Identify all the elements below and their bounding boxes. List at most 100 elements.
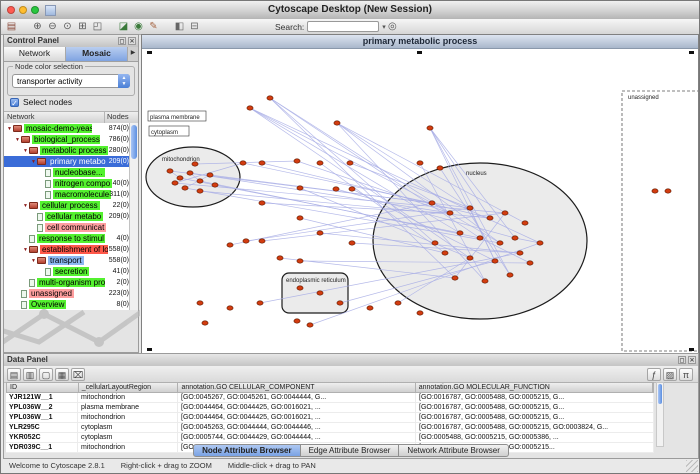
network-node[interactable] [227,243,233,247]
network-node[interactable] [267,96,273,100]
tree-item-macromolecule[interactable]: macromolecule311(0) [4,189,131,200]
node-color-dropdown[interactable]: transporter activity ▲▼ [12,74,130,88]
tree-item-biological-process[interactable]: ▼biological_process786(0) [4,134,131,145]
network-node[interactable] [527,261,533,265]
network-node[interactable] [297,186,303,190]
network-node[interactable] [349,241,355,245]
enhanced-search-icon[interactable]: ◎ [386,21,399,33]
expander-icon[interactable]: ▼ [30,258,37,264]
table-row[interactable]: YPL036W__2plasma membrane[GO:0044464, GO… [6,403,654,413]
network-node[interactable] [437,166,443,170]
network-node[interactable] [277,256,283,260]
table-row[interactable]: YPL036W__1mitochondrion[GO:0044464, GO:0… [6,413,654,423]
network-node[interactable] [177,176,183,180]
network-node[interactable] [347,161,353,165]
expander-icon[interactable]: ▼ [6,126,13,132]
network-node[interactable] [197,189,203,193]
network-node[interactable] [182,186,188,190]
network-node[interactable] [665,189,671,193]
close-window-button[interactable] [7,6,15,14]
network-node[interactable] [317,161,323,165]
network-node[interactable] [297,259,303,263]
network-node[interactable] [187,171,193,175]
tab-overflow-icon[interactable]: ▶ [128,47,138,61]
tab-node-attribute-browser[interactable]: Node Attribute Browser [193,444,301,457]
float-panel-icon[interactable]: ◻ [118,37,126,45]
expander-icon[interactable]: ▼ [22,203,29,209]
network-node[interactable] [522,221,528,225]
table-row[interactable]: YKR052Ccytoplasm[GO:0005744, GO:0044429,… [6,433,654,443]
network-node[interactable] [247,106,253,110]
network-node[interactable] [497,241,503,245]
expander-icon[interactable]: ▼ [14,137,21,143]
tree-scrollbar[interactable] [129,123,138,310]
network-node[interactable] [294,319,300,323]
table-row[interactable]: YLR295Ccytoplasm[GO:0045263, GO:0044444,… [6,423,654,433]
expander-icon[interactable]: ▼ [30,159,37,165]
table-row[interactable]: YJR121W__1mitochondrion[GO:0045267, GO:0… [6,393,654,403]
select-nodes-checkbox[interactable]: ✓ [10,98,19,107]
float-panel-icon[interactable]: ◻ [678,356,686,364]
network-node[interactable] [477,236,483,240]
expander-icon[interactable]: ▼ [22,148,29,154]
import-attributes-icon[interactable]: ▨ [663,368,677,381]
tree-item-establishment-of-lo[interactable]: ▼establishment of lo558(0) [4,244,131,255]
zoom-selected-icon[interactable]: ⊙ [61,21,74,33]
tree-scrollbar-thumb[interactable] [131,125,137,159]
network-node[interactable] [197,301,203,305]
network-node[interactable] [333,187,339,191]
network-node[interactable] [512,236,518,240]
tree-item-nucleobase[interactable]: nucleobase... [4,167,131,178]
network-node[interactable] [317,231,323,235]
tree-item-unassigned[interactable]: unassigned223(0) [4,288,131,299]
save-session-icon[interactable]: ▤ [5,21,18,33]
resize-grip-icon[interactable] [686,460,698,472]
network-canvas[interactable]: plasma membranecytoplasmmitochondrionnuc… [142,49,698,353]
tree-item-cell-communicat[interactable]: cell communicat [4,222,131,233]
network-node[interactable] [482,279,488,283]
network-node[interactable] [259,201,265,205]
column-header-annotation-go-cellular-component[interactable]: annotation.GO CELLULAR_COMPONENT [178,383,415,392]
network-node[interactable] [212,183,218,187]
tree-item-multi-organism-pro[interactable]: multi-organism pro2(0) [4,277,131,288]
annotation-icon[interactable]: ✎ [147,21,160,33]
layout-icon[interactable]: ⊟ [188,21,201,33]
network-node[interactable] [429,201,435,205]
network-node[interactable] [367,306,373,310]
network-node[interactable] [507,273,513,277]
tab-edge-attribute-browser[interactable]: Edge Attribute Browser [301,444,400,457]
network-node[interactable] [297,286,303,290]
create-network-icon[interactable]: ◉ [132,21,145,33]
marquee-zoom-icon[interactable]: ◰ [91,21,104,33]
zoom-out-icon[interactable]: ⊖ [46,21,59,33]
network-node[interactable] [257,301,263,305]
close-panel-icon[interactable]: ✕ [128,37,136,45]
tab-mosaic[interactable]: Mosaic [66,47,128,61]
column-header-annotation-go-molecular-function[interactable]: annotation.GO MOLECULAR_FUNCTION [416,383,653,392]
expander-icon[interactable]: ▼ [22,247,29,253]
hide-selected-icon[interactable]: ◪ [117,21,130,33]
search-input[interactable] [307,21,379,32]
network-node[interactable] [427,126,433,130]
network-node[interactable] [243,239,249,243]
select-attributes-icon[interactable]: ▤ [7,368,21,381]
network-node[interactable] [207,173,213,177]
tab-network-attribute-browser[interactable]: Network Attribute Browser [399,444,508,457]
zoom-window-button[interactable] [31,6,39,14]
vizmapper-icon[interactable]: ◧ [173,21,186,33]
network-node[interactable] [307,323,313,327]
column-layout-icon[interactable]: ▦ [55,368,69,381]
network-node[interactable] [537,241,543,245]
network-node[interactable] [240,161,246,165]
network-node[interactable] [227,306,233,310]
network-node[interactable] [259,239,265,243]
tree-item-secretion[interactable]: secretion41(0) [4,266,131,277]
network-node[interactable] [334,121,340,125]
table-scrollbar[interactable] [656,382,664,447]
network-node[interactable] [447,211,453,215]
zoom-in-icon[interactable]: ⊕ [31,21,44,33]
equation-builder-icon[interactable]: ƒ [647,368,661,381]
tree-item-response-to-stimul[interactable]: response to stimul4(0) [4,233,131,244]
pi-icon[interactable]: π [679,368,693,381]
network-node[interactable] [492,259,498,263]
